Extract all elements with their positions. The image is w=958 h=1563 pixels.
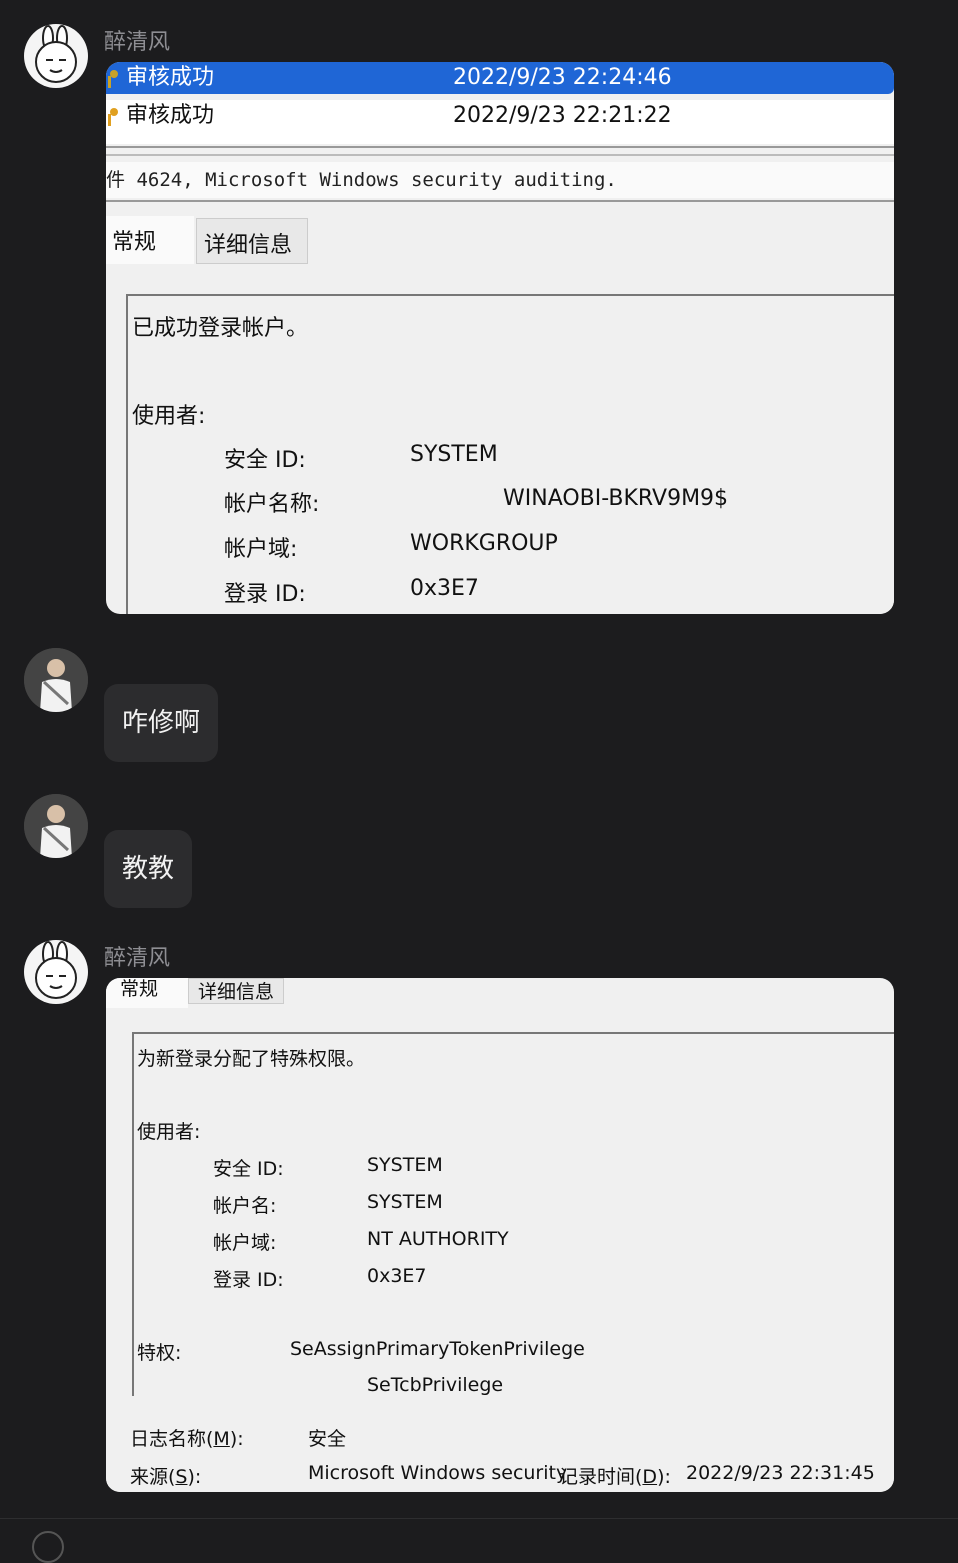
field-key: 安全 ID:	[224, 448, 306, 473]
message-bubble[interactable]: 咋修啊	[104, 684, 219, 762]
field-key: 登录 ID:	[224, 582, 306, 607]
event-keyword: 审核成功	[126, 103, 215, 128]
field-value: WINAOBI-BKRV9M9$	[503, 486, 729, 511]
event-summary: 已成功登录帐户。	[132, 316, 309, 341]
event-date: 2022/9/23 22:21:22	[453, 103, 672, 128]
field-value: SYSTEM	[367, 1191, 443, 1213]
avatar[interactable]	[24, 794, 88, 858]
subject-label: 使用者:	[132, 404, 206, 429]
logged-value: 2022/9/23 22:31:45	[686, 1462, 875, 1484]
event-log-screenshot[interactable]: 常规 详细信息 为新登录分配了特殊权限。 使用者: 安全 ID: SYSTEM …	[106, 978, 894, 1492]
field-key: 安全 ID:	[213, 1158, 284, 1180]
divider	[106, 200, 894, 202]
event-row: 审核成功 2022/9/23 22:21:22	[106, 100, 894, 132]
avatar[interactable]	[24, 940, 88, 1004]
log-name-value: 安全	[308, 1428, 347, 1450]
field-key: 帐户名:	[213, 1195, 277, 1217]
field-key: 帐户域:	[213, 1232, 277, 1254]
field-key: 登录 ID:	[213, 1269, 284, 1291]
field-value: 0x3E7	[367, 1265, 427, 1287]
key-icon	[108, 108, 118, 126]
event-title: 件 4624, Microsoft Windows security audit…	[106, 162, 894, 198]
tab-general[interactable]: 常规	[120, 978, 158, 1001]
event-keyword: 审核成功	[126, 65, 215, 90]
event-log-screenshot[interactable]: 审核成功 2022/9/23 22:24:46 审核成功 2022/9/23 2…	[106, 62, 894, 614]
source-label: 来源(S):	[130, 1466, 202, 1488]
field-key: 帐户域:	[224, 537, 298, 562]
input-toolbar	[0, 1518, 958, 1563]
field-value: 0x3E7	[410, 576, 479, 601]
privilege-item: SeTcbPrivilege	[367, 1374, 504, 1396]
voice-icon[interactable]	[32, 1531, 64, 1563]
field-value: WORKGROUP	[410, 531, 558, 556]
tab-details[interactable]: 详细信息	[204, 227, 292, 259]
event-date: 2022/9/23 22:24:46	[453, 65, 672, 90]
privileges-label: 特权:	[137, 1342, 182, 1364]
field-key: 帐户名称:	[224, 492, 320, 517]
list-bottom	[106, 132, 894, 144]
avatar[interactable]	[24, 24, 88, 88]
message-bubble[interactable]: 教教	[104, 830, 193, 908]
field-value: SYSTEM	[367, 1154, 443, 1176]
tab-general[interactable]: 常规	[112, 224, 156, 256]
sender-name: 醉清风	[104, 30, 171, 55]
event-row: 审核成功 2022/9/23 22:24:46	[106, 62, 894, 94]
subject-label: 使用者:	[137, 1121, 201, 1143]
logged-label: 记录时间(D):	[559, 1466, 671, 1488]
source-value: Microsoft Windows security	[308, 1462, 568, 1484]
tab-details[interactable]: 详细信息	[198, 978, 274, 1004]
key-icon	[108, 70, 118, 88]
privilege-item: SeAssignPrimaryTokenPrivilege	[290, 1338, 585, 1360]
divider	[106, 154, 894, 156]
event-summary: 为新登录分配了特殊权限。	[137, 1048, 366, 1070]
avatar[interactable]	[24, 648, 88, 712]
log-name-label: 日志名称(M):	[130, 1428, 244, 1450]
field-value: NT AUTHORITY	[367, 1228, 509, 1250]
field-value: SYSTEM	[410, 442, 498, 467]
sender-name: 醉清风	[104, 946, 171, 971]
divider	[106, 146, 894, 148]
